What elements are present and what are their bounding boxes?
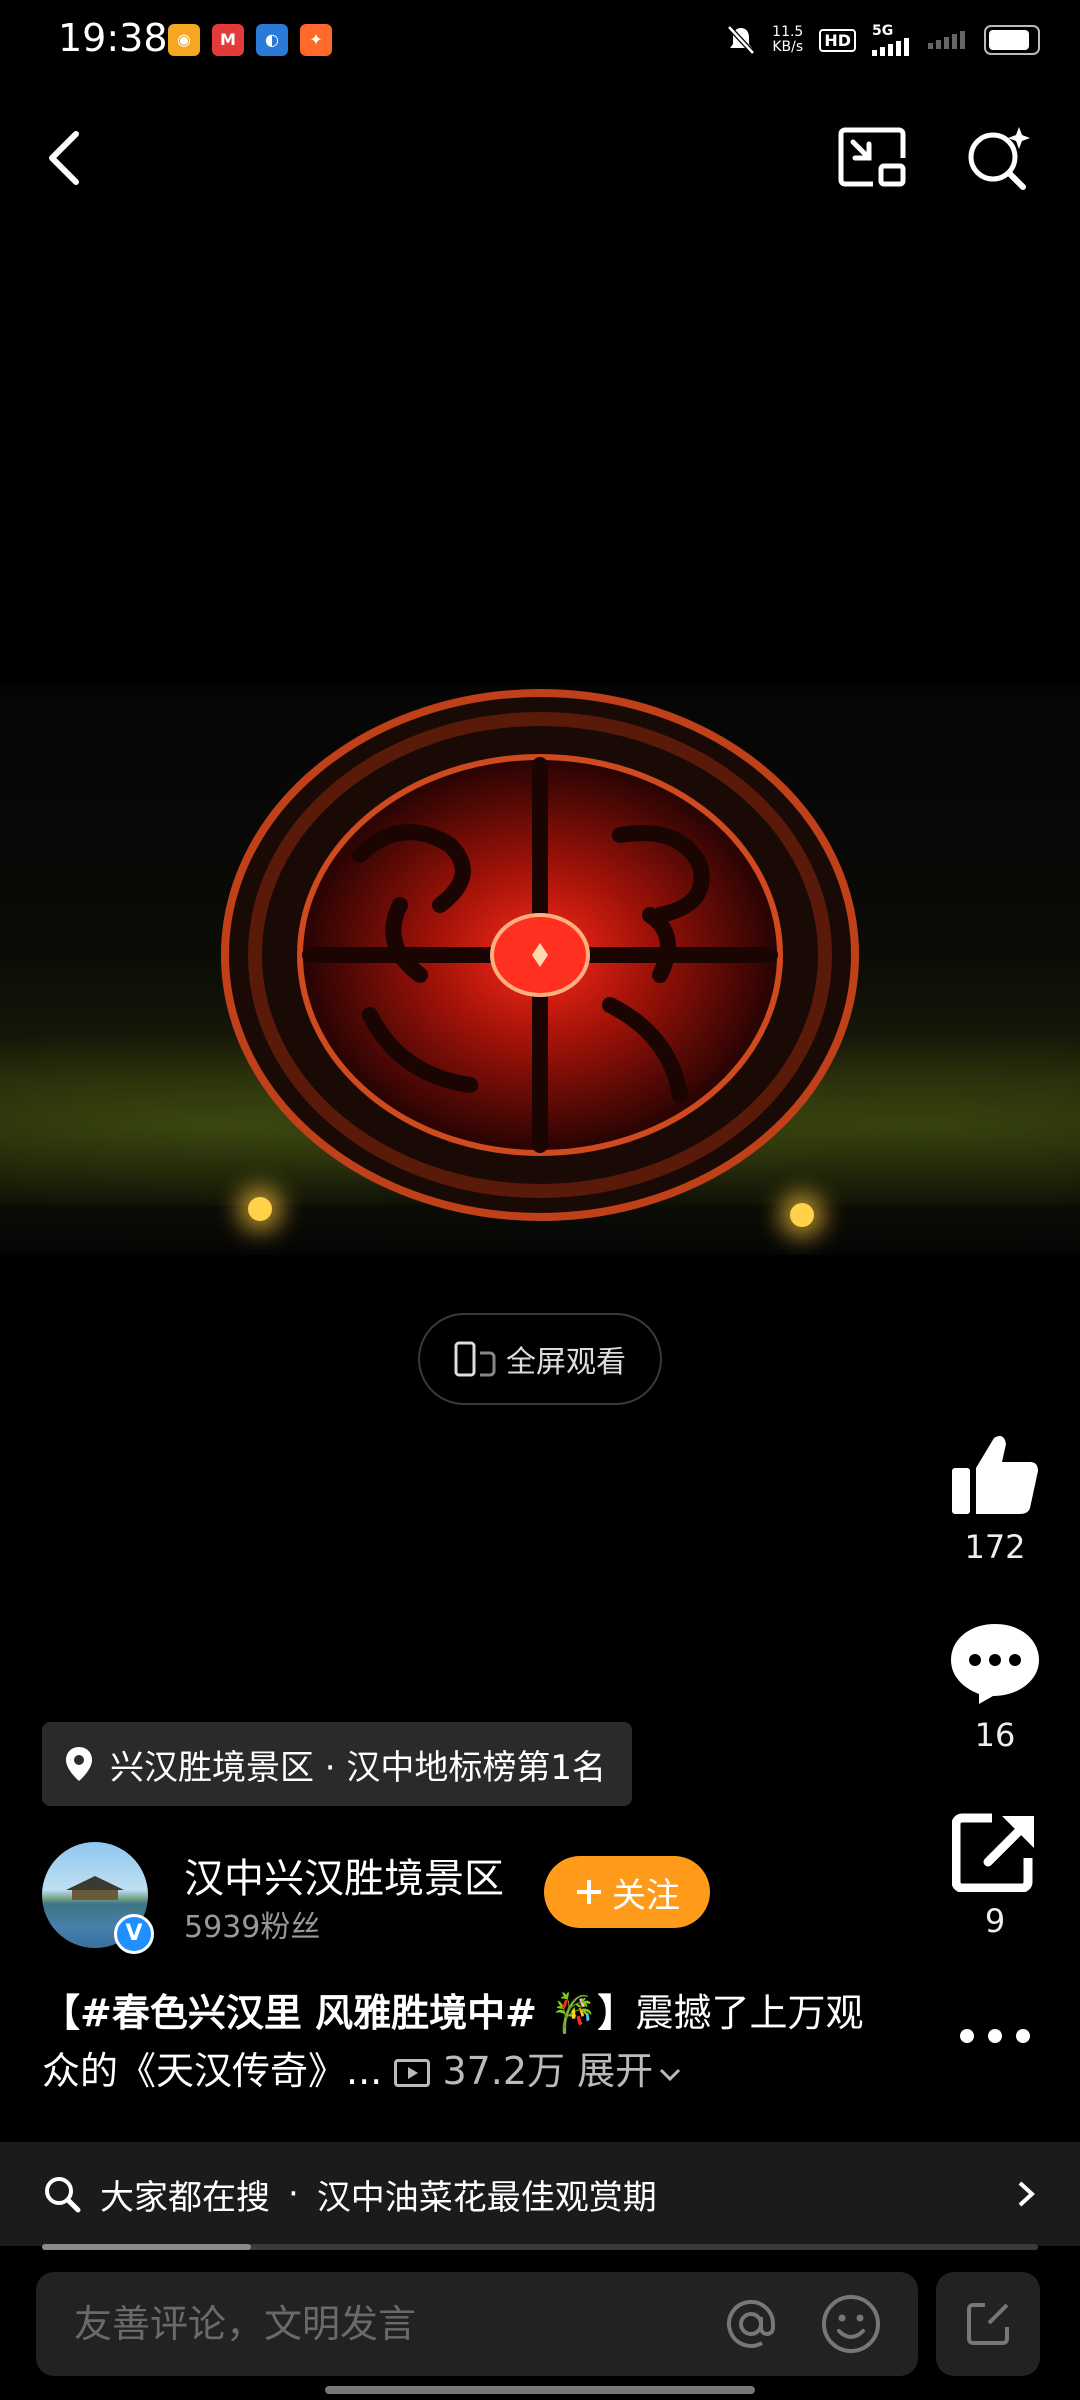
comment-box[interactable] [36,2272,918,2376]
chevron-left-icon [49,131,79,185]
search-button[interactable] [958,118,1038,198]
play-count-icon [394,2059,431,2087]
more-button[interactable] [940,2026,1050,2066]
trending-search-bar[interactable]: 大家都在搜 · 汉中油菜花最佳观赏期 [0,2142,1080,2246]
pip-button[interactable] [832,118,912,198]
search-sparkle-icon [968,127,1030,190]
app-icon-red: M [212,24,244,56]
hd-badge: HD [819,28,856,52]
verified-badge: V [114,1914,154,1954]
search-query: 汉中油菜花最佳观赏期 [316,2177,657,2218]
follow-label: 关注 [612,1875,680,1916]
picture-in-picture-icon [838,127,906,187]
caption-hashtag[interactable]: 【#春色兴汉里 风雅胜境中# 🎋】 [42,1991,635,2035]
plus-icon [577,1880,601,1904]
status-bar: 19:38 ◉ M ◐ ✦ 11.5 KB/s HD 5G [0,0,1080,80]
fullscreen-label: 全屏观看 [506,1345,626,1380]
share-icon [951,1813,1034,1893]
search-separator: · [288,2174,299,2214]
expand-caption-button[interactable]: 展开 [577,2049,683,2093]
signal-5g: 5G [872,24,912,56]
comment-input[interactable] [72,2301,722,2347]
follow-button[interactable]: 关注 [544,1856,710,1928]
fullscreen-button[interactable]: 全屏观看 [418,1313,662,1405]
net-speed-unit: KB/s [772,39,804,55]
chevron-right-icon [1018,2181,1035,2207]
expand-label: 展开 [577,2049,654,2093]
expand-icon [967,2303,1009,2345]
battery-icon [984,25,1040,55]
rotate-screen-icon [454,1341,496,1377]
network-type: 5G [872,23,894,39]
video-progress-fill [42,2244,252,2250]
status-indicators: 11.5 KB/s HD 5G [726,20,1040,60]
location-tag[interactable]: 兴汉胜境景区 · 汉中地标榜第1名 [42,1722,633,1806]
share-button[interactable]: 9 [940,1812,1050,1940]
share-count: 9 [984,1902,1006,1940]
expand-comment-button[interactable] [936,2272,1040,2376]
emoji-icon[interactable] [820,2293,882,2355]
comment-button[interactable]: 16 [940,1620,1050,1754]
net-speed: 11.5 KB/s [772,25,803,55]
mute-icon [727,25,755,55]
signal-bars-secondary-icon [928,31,965,49]
video-player[interactable] [0,685,1080,1255]
seal-emblem-image [221,689,859,1221]
app-icon-blue: ◐ [256,24,288,56]
signal-bars-icon [872,38,909,56]
thumbs-up-icon [952,1436,1038,1514]
video-caption[interactable]: 【#春色兴汉里 风雅胜境中# 🎋】震撼了上万观众的《天汉传奇》... 37.2万… [42,1984,882,2100]
comment-count: 16 [974,1716,1016,1754]
net-speed-value: 11.5 [772,24,804,40]
location-text: 兴汉胜境景区 · 汉中地标榜第1名 [110,1747,607,1788]
at-mention-icon[interactable] [722,2295,780,2353]
video-progress-bar[interactable] [42,2244,1038,2250]
author-name[interactable]: 汉中兴汉胜境景区 [184,1846,504,1904]
search-icon [45,2177,81,2213]
home-indicator[interactable] [325,2386,755,2394]
app-icon-orange: ✦ [300,24,332,56]
location-pin-icon [66,1747,92,1781]
like-count: 172 [964,1528,1026,1566]
search-prefix: 大家都在搜 [100,2177,270,2218]
fan-count: 5939粉丝 [184,1910,321,1945]
back-button[interactable] [24,118,104,198]
avatar[interactable]: V [42,1842,154,1954]
comment-bubble-icon [951,1624,1039,1704]
view-count: 37.2万 [442,2049,566,2093]
like-button[interactable]: 172 [940,1432,1050,1566]
status-time: 19:38 [58,16,168,60]
more-dots-icon [960,2029,1030,2043]
weibo-icon: ◉ [168,24,200,56]
chevron-down-icon [660,2068,681,2082]
